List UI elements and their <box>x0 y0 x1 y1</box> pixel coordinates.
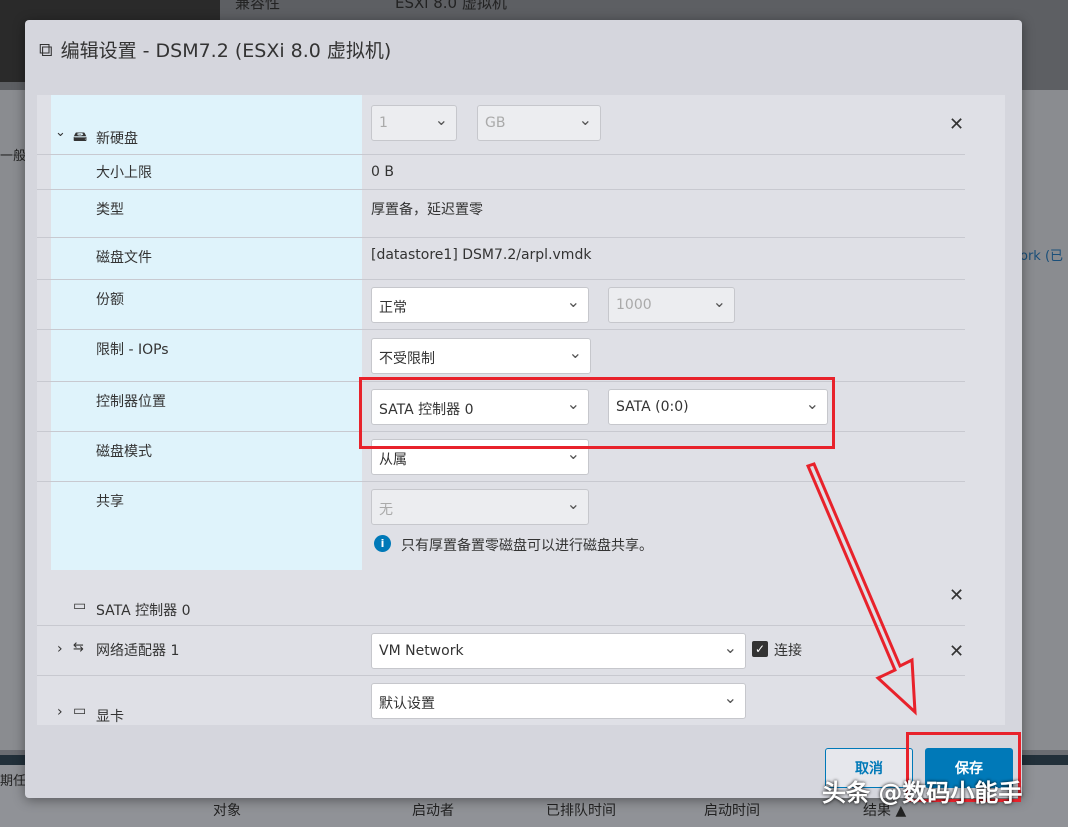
row-label: 份额 <box>96 289 124 309</box>
bg-value: ESXi 8.0 虚拟机 <box>395 0 507 13</box>
remove-controller-icon[interactable]: ✕ <box>949 585 964 606</box>
shares-value-select[interactable]: 1000 <box>608 287 735 323</box>
sharing-note: 只有厚置备置零磁盘可以进行磁盘共享。 <box>401 535 653 555</box>
bg-footer-label: 期任 <box>0 770 26 789</box>
watermark: 头条 @数码小能手 <box>822 773 1022 808</box>
disk-unit-select[interactable]: GB <box>477 105 601 141</box>
video-label: 显卡 <box>96 706 124 725</box>
connect-label: 连接 <box>774 640 802 660</box>
remove-disk-icon[interactable]: ✕ <box>949 114 964 135</box>
info-icon: i <box>374 535 391 552</box>
row-label: 控制器位置 <box>96 391 166 411</box>
row-disk-file: 磁盘文件 [datastore1] DSM7.2/arpl.vmdk <box>37 238 965 280</box>
column-header[interactable]: 启动者 <box>412 800 454 820</box>
network-icon: ⇆ <box>73 640 84 655</box>
row-max-size: 大小上限 0 B <box>37 155 965 190</box>
arrow-annotation <box>800 460 930 720</box>
disk-label: 新硬盘 <box>96 128 138 148</box>
row-value: 厚置备，延迟置零 <box>371 199 483 219</box>
hard-disk-icon: 🖴 <box>73 126 87 150</box>
row-label: 大小上限 <box>96 162 152 182</box>
dialog-title: ⧉ 编辑设置 - DSM7.2 (ESXi 8.0 虚拟机) <box>39 36 391 63</box>
row-label: 共享 <box>96 491 124 511</box>
row-value: [datastore1] DSM7.2/arpl.vmdk <box>371 247 591 263</box>
row-label: 限制 - IOPs <box>96 339 169 359</box>
chevron-right-icon[interactable]: › <box>57 641 63 657</box>
network-label: 网络适配器 1 <box>96 640 179 660</box>
connect-checkbox[interactable]: ✓ <box>752 641 768 657</box>
sata-label: SATA 控制器 0 <box>96 600 191 620</box>
row-label: 磁盘文件 <box>96 247 152 267</box>
bg-side-link[interactable]: ork (已 <box>1020 245 1063 264</box>
dialog-title-text: 编辑设置 - DSM7.2 (ESXi 8.0 虚拟机) <box>61 36 392 63</box>
row-value: 0 B <box>371 164 394 180</box>
controller-icon: ▭ <box>73 598 86 614</box>
bg-label: 兼容性 <box>235 0 280 13</box>
chevron-right-icon[interactable]: › <box>57 704 63 720</box>
highlight-box <box>359 377 835 449</box>
iops-limit-select[interactable]: 不受限制 <box>371 338 591 374</box>
monitor-icon: ▭ <box>73 703 86 719</box>
disk-size-input[interactable]: 1 <box>371 105 457 141</box>
column-header[interactable]: 对象 <box>213 800 241 820</box>
remove-network-icon[interactable]: ✕ <box>949 641 964 662</box>
row-label: 磁盘模式 <box>96 441 152 461</box>
vm-settings-icon: ⧉ <box>39 39 53 61</box>
network-select[interactable]: VM Network <box>371 633 746 669</box>
row-type: 类型 厚置备，延迟置零 <box>37 190 965 238</box>
shares-select[interactable]: 正常 <box>371 287 589 323</box>
row-label: 类型 <box>96 199 124 219</box>
column-header[interactable]: 启动时间 <box>704 800 760 820</box>
row-shares: 份额 正常 1000 <box>37 280 965 330</box>
video-select[interactable]: 默认设置 <box>371 683 746 719</box>
row-limit-iops: 限制 - IOPs 不受限制 <box>37 330 965 382</box>
bg-left-label: 一般 <box>0 145 26 164</box>
column-header[interactable]: 已排队时间 <box>546 800 616 820</box>
disk-header-row: ⌄ 🖴 新硬盘 1 GB ✕ <box>37 95 965 155</box>
sharing-select[interactable]: 无 <box>371 489 589 525</box>
chevron-down-icon[interactable]: ⌄ <box>55 125 66 140</box>
